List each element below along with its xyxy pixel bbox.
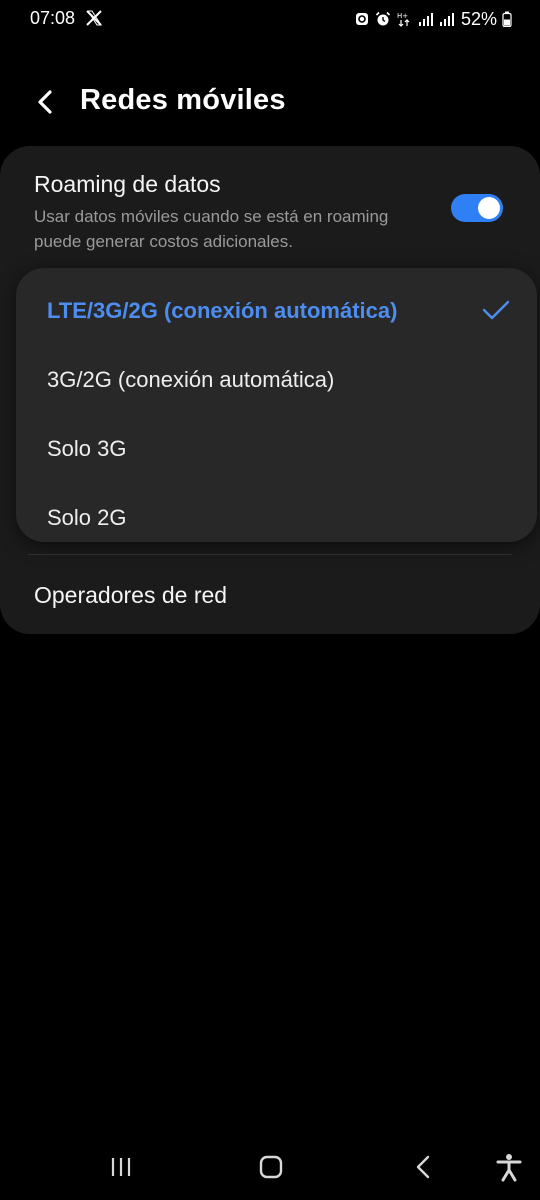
back-icon[interactable] [408,1152,438,1182]
network-mode-option-2g-only[interactable]: Solo 2G [16,481,537,549]
signal-icon [418,13,433,26]
svg-text:H+: H+ [397,12,408,20]
home-icon[interactable] [256,1152,286,1182]
roaming-description: Usar datos móviles cuando se está en roa… [34,207,389,251]
network-mode-option-3g2g[interactable]: 3G/2G (conexión automática) [16,343,537,411]
alarm-icon [375,11,391,26]
chevron-left-icon [38,90,52,114]
roaming-toggle[interactable] [451,194,503,222]
data-arrows-icon: H+ [397,12,410,27]
option-label: LTE/3G/2G (conexión automática) [47,298,398,323]
toggle-knob [478,197,500,219]
network-operators-label: Operadores de red [34,582,228,608]
back-button[interactable] [30,86,62,118]
recycle-icon [355,13,368,25]
page-title: Redes móviles [80,84,286,116]
header: Redes móviles [0,70,540,136]
roaming-setting[interactable]: Roaming de datos Usar datos móviles cuan… [0,146,540,266]
accessibility-icon[interactable] [494,1152,524,1182]
status-icons: H+ 52% [354,8,512,30]
battery-percent: 52% [460,8,497,29]
divider [28,554,512,555]
status-time: 07:08 [30,8,76,28]
recents-icon[interactable] [106,1152,136,1182]
signal-icon [439,13,454,26]
network-mode-option-3g-only[interactable]: Solo 3G [16,412,537,480]
option-label: Solo 3G [47,436,127,461]
navigation-bar [0,1134,540,1200]
option-label: Solo 2G [47,505,127,530]
battery-icon [502,11,512,27]
network-mode-option-lte[interactable]: LTE/3G/2G (conexión automática) [16,274,537,342]
check-icon [482,300,510,320]
network-mode-menu: LTE/3G/2G (conexión automática) 3G/2G (c… [16,268,537,542]
option-label: 3G/2G (conexión automática) [47,367,335,392]
network-operators-item[interactable]: Operadores de red [0,556,540,634]
x-app-icon [86,10,102,26]
roaming-title: Roaming de datos [34,171,221,197]
status-bar: 07:08 H+ 52% [0,0,540,40]
